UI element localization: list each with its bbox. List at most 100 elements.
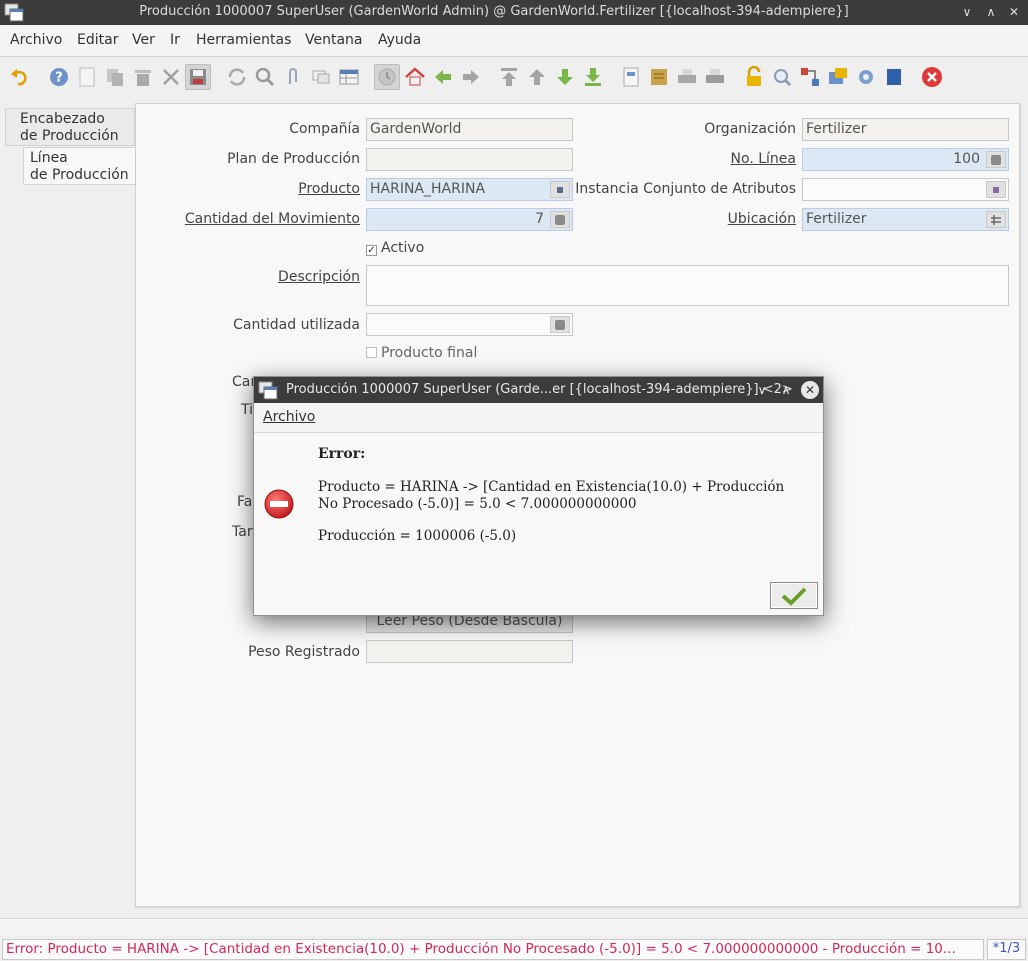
chat-button[interactable]: [308, 64, 334, 90]
minimize-button[interactable]: ∨: [958, 3, 976, 21]
report-button[interactable]: [618, 64, 644, 90]
archive-button[interactable]: [646, 64, 672, 90]
product-value: HARINA_HARINA: [370, 181, 486, 197]
dialog-menu-archivo[interactable]: Archivo: [254, 403, 823, 433]
menu-ventana-label: Ventana: [305, 32, 363, 48]
menu-editar[interactable]: Editar: [77, 32, 118, 48]
qty-used-field[interactable]: [366, 313, 573, 336]
trash-icon: [135, 70, 151, 86]
line-number-field[interactable]: 100: [802, 148, 1009, 171]
calculator-icon: [991, 154, 1001, 165]
home-button[interactable]: [402, 64, 428, 90]
menu-ver[interactable]: Ver: [132, 32, 155, 48]
menu-herramientas[interactable]: Herramientas: [196, 32, 291, 48]
arrow-left-icon: [435, 70, 451, 84]
menu-ventana[interactable]: Ventana: [305, 32, 363, 48]
refresh-button[interactable]: [224, 64, 250, 90]
undo-button[interactable]: [7, 64, 33, 90]
status-message[interactable]: Error: Producto = HARINA -> [Cantidad en…: [2, 939, 984, 960]
dialog-maximize-button[interactable]: ∧: [777, 381, 795, 399]
book-icon: [887, 69, 901, 85]
preferences-button[interactable]: [853, 64, 879, 90]
product-field[interactable]: HARINA_HARINA: [366, 178, 573, 201]
find-button[interactable]: [252, 64, 278, 90]
search-icon: [255, 67, 275, 87]
end-product-checkbox[interactable]: Producto final: [366, 345, 477, 361]
history-button[interactable]: [374, 64, 400, 90]
asi-button[interactable]: [986, 181, 1006, 198]
asi-field[interactable]: [802, 178, 1009, 201]
tab-production-header[interactable]: Encabezado de Producción: [5, 108, 135, 146]
end-button[interactable]: [881, 64, 907, 90]
status-spacer: [0, 918, 1028, 936]
menu-ir[interactable]: Ir: [170, 32, 180, 48]
calculator-button[interactable]: [986, 151, 1006, 168]
first-record-button[interactable]: [496, 64, 522, 90]
print-button[interactable]: [702, 64, 728, 90]
organization-field[interactable]: Fertilizer: [802, 118, 1009, 141]
movement-qty-label-text: Cantidad del Movimiento: [184, 211, 360, 227]
lock-button[interactable]: [741, 64, 767, 90]
process-button[interactable]: [825, 64, 851, 90]
save-button[interactable]: [185, 64, 211, 90]
registered-weight-field[interactable]: [366, 640, 573, 663]
dialog-minimize-button[interactable]: ∨: [753, 381, 771, 399]
production-plan-label: Plan de Producción: [227, 151, 360, 167]
production-plan-field[interactable]: [366, 148, 573, 171]
printer-icon: [678, 69, 696, 83]
tab-production-header-line1: Encabezado: [20, 111, 105, 127]
attachment-button[interactable]: [280, 64, 306, 90]
last-record-button[interactable]: [580, 64, 606, 90]
menu-ayuda[interactable]: Ayuda: [378, 32, 421, 48]
tab-production-line-line1: Línea: [30, 150, 68, 166]
print-icon: [706, 69, 724, 83]
close-window-button[interactable]: ✕: [1005, 3, 1023, 21]
print-preview-button[interactable]: [674, 64, 700, 90]
workflow-button[interactable]: [797, 64, 823, 90]
help-button[interactable]: ?: [46, 64, 72, 90]
line-number-label-text: No. Línea: [730, 151, 796, 167]
description-field[interactable]: [366, 265, 1009, 306]
arrow-up-icon: [529, 69, 545, 85]
product-search-button[interactable]: [550, 181, 570, 198]
dialog-close-button[interactable]: ✕: [801, 381, 819, 399]
arrow-right-icon: [463, 70, 479, 84]
previous-tab-button[interactable]: [430, 64, 456, 90]
delete-record-button[interactable]: [130, 64, 156, 90]
company-field[interactable]: GardenWorld: [366, 118, 573, 141]
undo-icon: [11, 69, 27, 86]
copy-record-button[interactable]: [102, 64, 128, 90]
locator-field[interactable]: Fertilizer: [802, 208, 1009, 231]
locator-value: Fertilizer: [806, 211, 867, 227]
chat-icon: [312, 70, 330, 84]
dialog-titlebar: Producción 1000007 SuperUser (Garde...er…: [254, 377, 823, 403]
dialog-body: Error: Producto = HARINA -> [Cantidad en…: [254, 434, 823, 615]
exit-button[interactable]: [919, 64, 945, 90]
menu-archivo[interactable]: Archivo: [10, 32, 62, 48]
record-count[interactable]: *1/3: [987, 939, 1026, 960]
movement-qty-field[interactable]: 7: [366, 208, 573, 231]
asi-label: Instancia Conjunto de Atributos: [575, 181, 796, 197]
save-icon: [190, 69, 206, 85]
new-record-button[interactable]: [74, 64, 100, 90]
grid-icon: [339, 69, 359, 85]
attribute-icon: [993, 186, 999, 193]
menu-archivo-label: Archivo: [10, 32, 63, 48]
zoom-across-button[interactable]: [769, 64, 795, 90]
previous-record-button[interactable]: [524, 64, 550, 90]
next-record-button[interactable]: [552, 64, 578, 90]
error-icon: [264, 489, 294, 519]
grid-toggle-button[interactable]: [336, 64, 362, 90]
delete-selection-button[interactable]: [158, 64, 184, 90]
active-checkbox[interactable]: ✓ Activo: [366, 240, 424, 256]
home-icon: [405, 67, 425, 86]
hidden-label-4: Tar: [232, 524, 253, 540]
tab-production-line[interactable]: Línea de Producción: [23, 147, 135, 185]
arrow-last-icon: [585, 68, 601, 86]
ok-button[interactable]: [770, 582, 818, 609]
qty-calculator-button[interactable]: [550, 211, 570, 228]
locator-button[interactable]: [986, 211, 1006, 228]
next-tab-button[interactable]: [458, 64, 484, 90]
maximize-button[interactable]: ∧: [982, 3, 1000, 21]
qty-used-calculator-button[interactable]: [550, 316, 570, 333]
